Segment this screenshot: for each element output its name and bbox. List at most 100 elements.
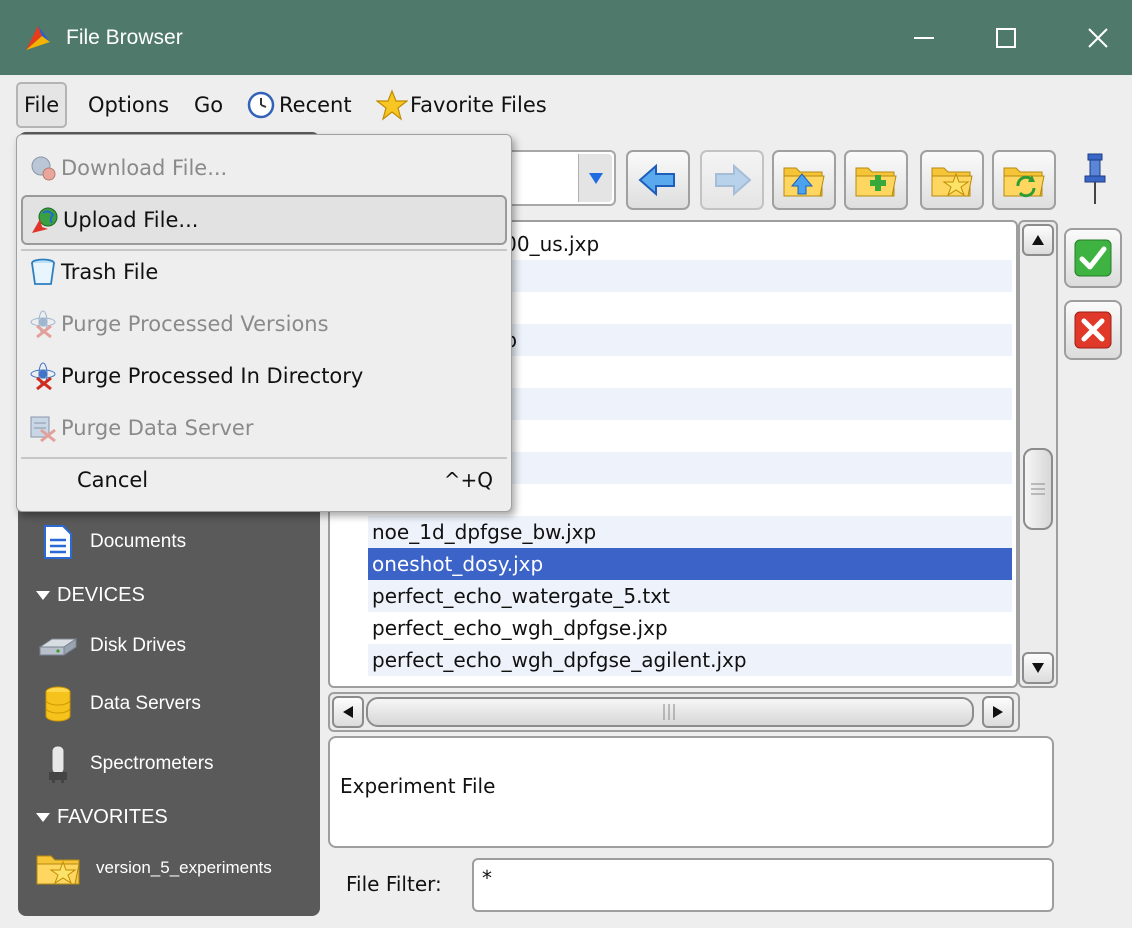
scroll-up-button[interactable] [1022, 224, 1054, 256]
triangle-down-icon [1032, 663, 1044, 673]
maximize-icon [996, 27, 1016, 48]
purge-directory-icon [27, 360, 59, 392]
menu-item-cancel[interactable]: Cancel ^+Q [21, 455, 507, 505]
maximize-button[interactable] [962, 0, 1050, 75]
menu-favorites[interactable]: Favorite Files [376, 82, 547, 128]
document-icon [38, 522, 78, 562]
path-combo[interactable] [500, 150, 616, 206]
minimize-button[interactable] [880, 0, 968, 75]
sidebar-label-spectrometers: Spectrometers [90, 753, 214, 774]
minimize-icon [914, 36, 934, 39]
menu-item-upload-file[interactable]: Upload File... [21, 195, 507, 245]
sidebar-label-disk-drives: Disk Drives [90, 635, 187, 656]
menu-recent[interactable]: Recent [246, 82, 352, 128]
menu-favorites-label: Favorite Files [410, 93, 547, 117]
grip-icon [663, 704, 675, 720]
title-bar: File Browser [0, 0, 1132, 75]
menu-item-trash-file[interactable]: Trash File [21, 247, 507, 297]
file-filter-input[interactable]: * [472, 858, 1054, 912]
spectrometer-icon [38, 744, 78, 784]
expand-triangle-icon [36, 813, 50, 822]
triangle-left-icon [343, 706, 353, 718]
star-icon [376, 89, 408, 121]
folder-up-icon [783, 167, 825, 197]
sidebar-header-favorites-label: FAVORITES [57, 806, 168, 828]
menu-bar: File Options Go Recent Favorite Files [0, 75, 1132, 133]
favorite-folder-button[interactable] [920, 150, 984, 210]
vertical-scrollbar[interactable] [1018, 220, 1058, 688]
new-folder-button[interactable] [844, 150, 908, 210]
menu-go[interactable]: Go [194, 82, 223, 128]
menu-file[interactable]: File [16, 82, 68, 128]
file-description: Experiment File [328, 736, 1054, 848]
sidebar-label-documents: Documents [90, 531, 187, 552]
menu-item-purge-directory[interactable]: Purge Processed In Directory [21, 351, 507, 401]
pin-icon [1084, 153, 1106, 204]
sidebar-header-favorites[interactable]: FAVORITES [36, 806, 168, 829]
favorite-folder-icon [34, 848, 84, 888]
folder-refresh-icon [1003, 167, 1045, 198]
triangle-up-icon [1032, 235, 1044, 245]
menu-item-cancel-label: Cancel [77, 468, 149, 492]
sidebar-item-documents[interactable]: Documents [38, 522, 186, 562]
sidebar-item-disk-drives[interactable]: Disk Drives [38, 626, 186, 666]
cancel-dialog-button[interactable] [1064, 300, 1122, 360]
forward-button[interactable] [700, 150, 764, 210]
list-item[interactable]: perfect_echo_wgh_dpfgse_agilent.jxp [368, 644, 1012, 676]
clock-icon [247, 91, 275, 119]
list-item[interactable]: noe_1d_dpfgse_bw.jxp [368, 516, 1012, 548]
scroll-right-button[interactable] [982, 696, 1014, 728]
arrow-right-icon [715, 163, 752, 197]
triangle-right-icon [993, 706, 1003, 718]
menu-recent-label: Recent [279, 93, 352, 117]
menu-options[interactable]: Options [88, 82, 169, 128]
menu-item-purge-data-server-label: Purge Data Server [61, 416, 254, 440]
folder-star-icon [931, 167, 973, 197]
path-dropdown-button[interactable] [578, 154, 612, 202]
purge-server-icon [27, 412, 59, 444]
menu-item-purge-directory-label: Purge Processed In Directory [61, 364, 364, 388]
menu-item-upload-label: Upload File... [63, 208, 199, 232]
scroll-down-button[interactable] [1022, 652, 1054, 684]
triangle-down-icon [588, 173, 603, 184]
scroll-left-button[interactable] [332, 696, 364, 728]
menu-item-purge-versions-label: Purge Processed Versions [61, 312, 329, 336]
menu-item-download-label: Download File... [61, 156, 228, 180]
ok-button[interactable] [1064, 228, 1122, 288]
file-menu-dropdown: Download File... Upload File... Trash Fi… [16, 134, 512, 512]
menu-item-download-file[interactable]: Download File... [21, 143, 507, 193]
file-description-text: Experiment File [340, 774, 496, 798]
close-icon [1088, 27, 1108, 48]
vertical-scroll-thumb[interactable] [1023, 448, 1053, 530]
list-item-selected[interactable]: oneshot_dosy.jxp [368, 548, 1012, 580]
sidebar-item-favorite-folder[interactable]: version_5_experiments [34, 848, 272, 888]
horizontal-scroll-thumb[interactable] [366, 697, 974, 727]
menu-item-purge-versions[interactable]: Purge Processed Versions [21, 299, 507, 349]
horizontal-scrollbar[interactable] [328, 692, 1020, 732]
window-title: File Browser [66, 26, 183, 49]
folder-add-icon [855, 167, 897, 197]
disk-drive-icon [38, 626, 78, 666]
close-red-icon [1074, 311, 1112, 349]
pin-button[interactable] [1080, 150, 1116, 208]
menu-item-purge-data-server[interactable]: Purge Data Server [21, 403, 507, 453]
list-item[interactable]: perfect_echo_wgh_dpfgse.jxp [368, 612, 1012, 644]
list-item[interactable]: perfect_echo_watergate_5.txt [368, 580, 1012, 612]
arrow-left-icon [638, 163, 675, 197]
trash-icon [27, 256, 59, 288]
sidebar-header-devices[interactable]: DEVICES [36, 584, 145, 607]
sidebar-item-data-servers[interactable]: Data Servers [38, 684, 201, 724]
close-button[interactable] [1054, 0, 1132, 75]
sidebar-header-devices-label: DEVICES [57, 584, 145, 606]
grip-icon [1031, 483, 1045, 495]
file-filter-label: File Filter: [346, 872, 442, 896]
upload-icon [29, 204, 61, 236]
expand-triangle-icon [36, 591, 50, 600]
app-icon [22, 22, 54, 54]
database-icon [38, 684, 78, 724]
menu-item-cancel-shortcut: ^+Q [443, 468, 493, 492]
refresh-folder-button[interactable] [992, 150, 1056, 210]
parent-folder-button[interactable] [772, 150, 836, 210]
sidebar-item-spectrometers[interactable]: Spectrometers [38, 744, 214, 784]
back-button[interactable] [626, 150, 690, 210]
